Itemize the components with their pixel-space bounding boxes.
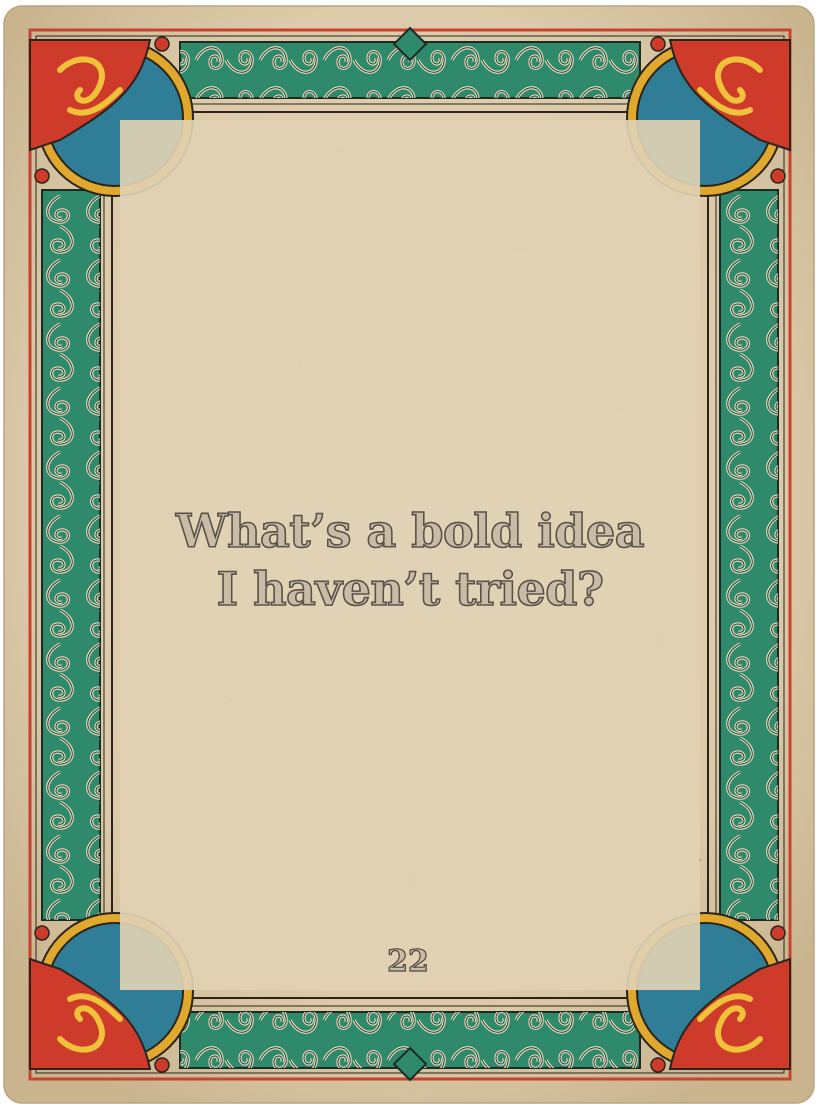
card-stage: What’s a bold idea I haven’t tried? 22 [0, 0, 820, 1109]
prompt-line-1: What’s a bold idea [175, 503, 645, 559]
card-number: 22 [387, 943, 430, 979]
card-prompt: What’s a bold idea I haven’t tried? [110, 502, 710, 618]
prompt-line-2: I haven’t tried? [216, 561, 605, 617]
